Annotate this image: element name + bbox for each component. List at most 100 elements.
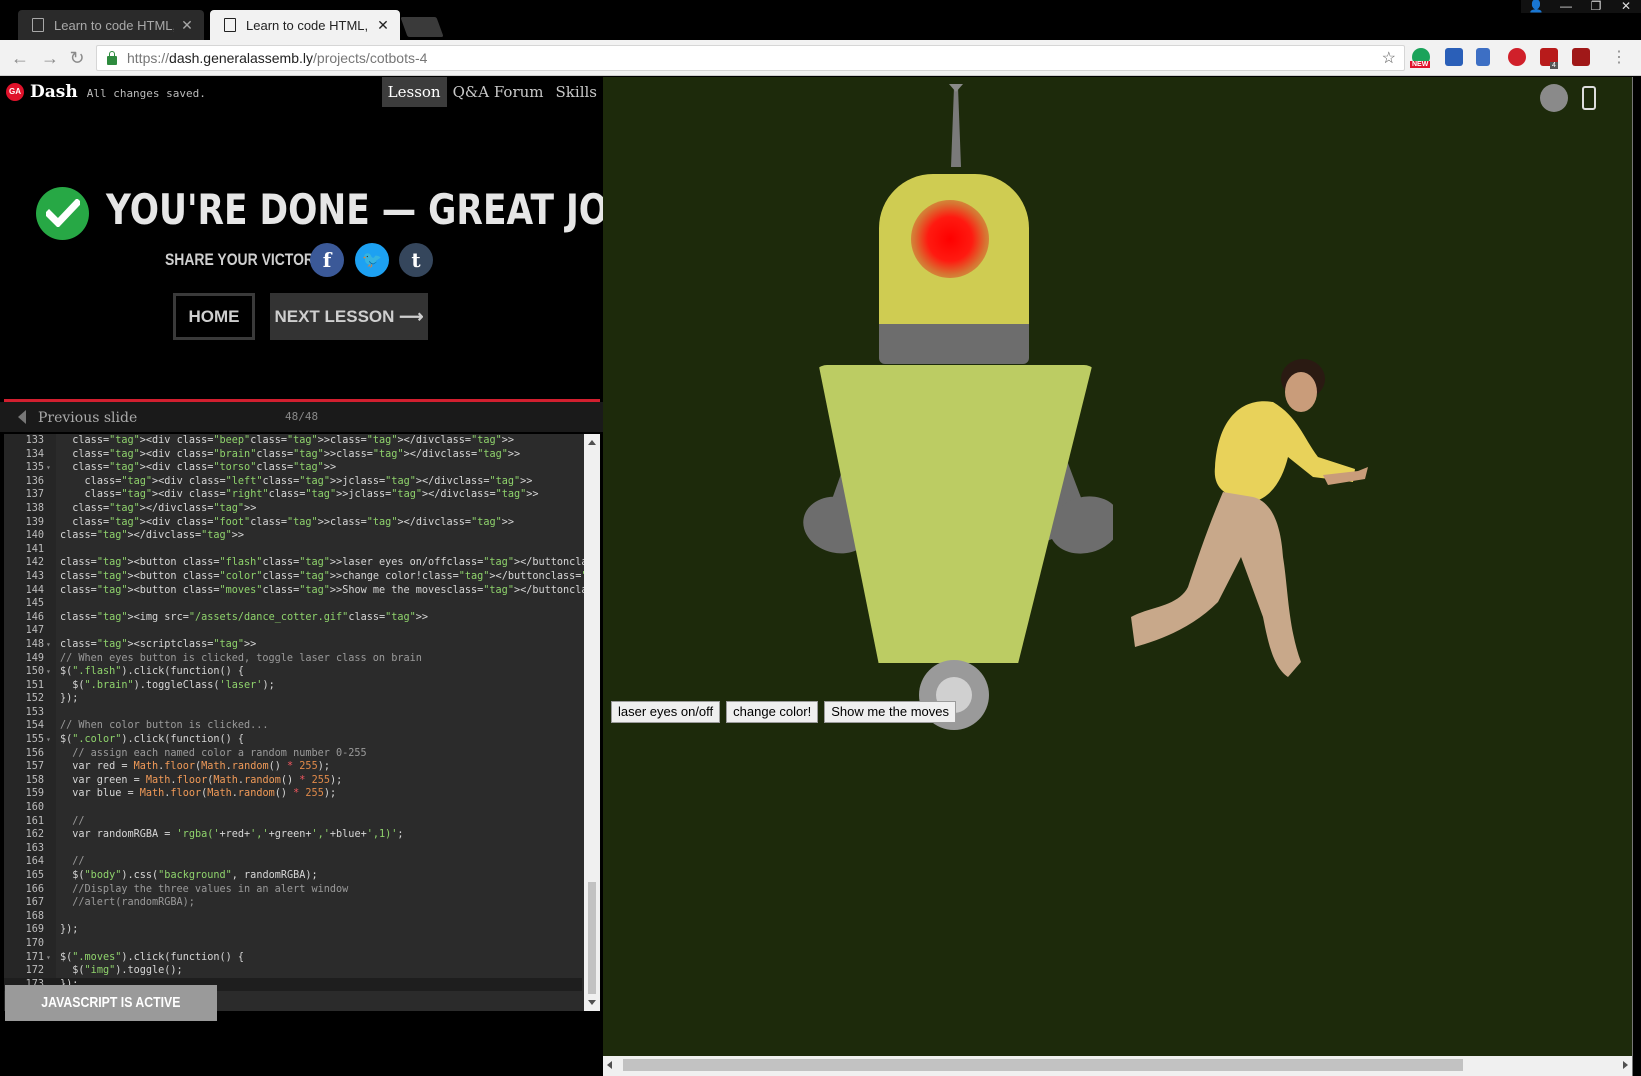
code-line[interactable]: 162 var randomRGBA = 'rgba('+red+','+gre… xyxy=(4,828,582,842)
previous-slide-link[interactable]: Previous slide xyxy=(38,410,137,426)
code-line[interactable]: 159 var blue = Math.floor(Math.random() … xyxy=(4,787,582,801)
code-line[interactable]: 152}); xyxy=(4,692,582,706)
url-text[interactable]: https://dash.generalassemb.ly/projects/c… xyxy=(127,50,427,66)
scroll-thumb[interactable] xyxy=(588,882,596,994)
code-line[interactable]: 133 class="tag"><div class="beep"class="… xyxy=(4,434,582,448)
code-line[interactable]: 158 var green = Math.floor(Math.random()… xyxy=(4,774,582,788)
mobile-view-icon[interactable] xyxy=(1582,86,1596,110)
desktop-view-icon[interactable] xyxy=(1540,84,1568,112)
code-text[interactable]: }); xyxy=(60,923,78,937)
code-text[interactable]: // xyxy=(60,855,84,869)
code-text[interactable]: // xyxy=(60,815,84,829)
code-text[interactable]: class="tag"><div class="left"class="tag"… xyxy=(60,475,533,489)
code-line[interactable]: 172 $("img").toggle(); xyxy=(4,964,582,978)
next-lesson-button[interactable]: NEXT LESSON ⟶ xyxy=(270,293,428,340)
code-line[interactable]: 155 ▾ $(".color").click(function() { xyxy=(4,733,582,747)
code-line[interactable]: 163 xyxy=(4,842,582,856)
ga-logo[interactable]: GA xyxy=(6,83,24,101)
code-text[interactable]: class="tag"><div class="beep"class="tag"… xyxy=(60,434,514,448)
fold-arrow-icon[interactable]: ▾ xyxy=(46,733,51,747)
code-text[interactable]: class="tag"><div class="brain"class="tag… xyxy=(60,448,520,462)
code-line[interactable]: 145 xyxy=(4,597,582,611)
code-text[interactable]: $("body").css("background", randomRGBA); xyxy=(60,869,317,883)
books-icon[interactable] xyxy=(1476,48,1490,66)
code-text[interactable]: class="tag"></divclass="tag">> xyxy=(60,502,256,516)
code-line[interactable]: 143 class="tag"><button class="color"clas… xyxy=(4,570,600,584)
profile-icon[interactable]: 👤 xyxy=(1521,0,1551,13)
home-button[interactable]: HOME xyxy=(173,293,255,340)
scroll-right-arrow-icon[interactable] xyxy=(1623,1061,1628,1069)
code-text[interactable]: $("img").toggle(); xyxy=(60,964,182,978)
code-text[interactable]: $(".flash").click(function() { xyxy=(60,665,244,679)
code-line[interactable]: 154 // When color button is clicked... xyxy=(4,719,582,733)
editor-scrollbar[interactable] xyxy=(584,434,600,1011)
code-line[interactable]: 149 // When eyes button is clicked, toggl… xyxy=(4,652,582,666)
code-line[interactable]: 160 xyxy=(4,801,582,815)
code-line[interactable]: 147 xyxy=(4,624,582,638)
back-icon[interactable]: ← xyxy=(9,47,31,69)
laser-eyes-button[interactable]: laser eyes on/off xyxy=(611,701,721,723)
code-text[interactable]: class="tag"><scriptclass="tag">> xyxy=(60,638,256,652)
code-line[interactable]: 151 $(".brain").toggleClass('laser'); xyxy=(4,679,582,693)
close-icon[interactable]: ✕ xyxy=(180,17,194,34)
address-bar[interactable]: https://dash.generalassemb.ly/projects/c… xyxy=(96,45,1405,71)
code-text[interactable]: }); xyxy=(60,692,78,706)
code-text[interactable]: class="tag"><button class="flash"class="… xyxy=(60,556,600,570)
restore-icon[interactable]: ❐ xyxy=(1581,0,1611,13)
code-text[interactable]: //alert(randomRGBA); xyxy=(60,896,195,910)
fold-arrow-icon[interactable]: ▾ xyxy=(46,665,51,679)
fold-arrow-icon[interactable]: ▾ xyxy=(46,638,51,652)
code-line[interactable]: 137 class="tag"><div class="right"class=… xyxy=(4,488,582,502)
scroll-left-arrow-icon[interactable] xyxy=(607,1061,612,1069)
tab-qa-forum[interactable]: Q&A Forum xyxy=(447,77,550,107)
code-line[interactable]: 166 //Display the three values in an ale… xyxy=(4,883,582,897)
code-line[interactable]: 153 xyxy=(4,706,582,720)
code-line[interactable]: 134 class="tag"><div class="brain"class=… xyxy=(4,448,582,462)
code-text[interactable]: $(".color").click(function() { xyxy=(60,733,244,747)
facebook-share-button[interactable]: f xyxy=(310,243,344,277)
close-window-icon[interactable]: ✕ xyxy=(1611,0,1641,13)
code-editor[interactable]: 133 class="tag"><div class="beep"class="… xyxy=(4,434,600,1011)
code-line[interactable]: 141 xyxy=(4,543,582,557)
code-line[interactable]: 148 ▾ class="tag"><scriptclass="tag">> xyxy=(4,638,582,652)
code-line[interactable]: 171 ▾ $(".moves").click(function() { xyxy=(4,951,582,965)
code-line[interactable]: 167 //alert(randomRGBA); xyxy=(4,896,582,910)
adblock-icon[interactable] xyxy=(1508,48,1526,66)
new-tab-button[interactable] xyxy=(400,17,444,37)
fold-arrow-icon[interactable]: ▾ xyxy=(46,461,51,475)
code-text[interactable]: class="tag"><div class="right"class="tag… xyxy=(60,488,539,502)
bookmark-icon[interactable] xyxy=(1445,48,1463,66)
scroll-down-arrow-icon[interactable] xyxy=(588,1000,596,1005)
code-line[interactable]: 164 // xyxy=(4,855,582,869)
code-text[interactable]: class="tag"><button class="color"class="… xyxy=(60,570,600,584)
brand-name[interactable]: Dash xyxy=(30,82,78,102)
fold-arrow-icon[interactable]: ▾ xyxy=(46,951,51,965)
code-line[interactable]: 142 class="tag"><button class="flash"clas… xyxy=(4,556,600,570)
tumblr-share-button[interactable]: t xyxy=(399,243,433,277)
code-line[interactable]: 157 var red = Math.floor(Math.random() *… xyxy=(4,760,582,774)
reload-icon[interactable]: ↻ xyxy=(66,47,88,69)
change-color-button[interactable]: change color! xyxy=(726,701,819,723)
code-text[interactable]: $(".moves").click(function() { xyxy=(60,951,244,965)
code-text[interactable]: class="tag"><button class="moves"class="… xyxy=(60,584,600,598)
twitter-share-button[interactable]: 🐦 xyxy=(355,243,389,277)
code-line[interactable]: 144 class="tag"><button class="moves"clas… xyxy=(4,584,600,598)
code-text[interactable]: class="tag"><div class="torso"class="tag… xyxy=(60,461,336,475)
code-line[interactable]: 168 xyxy=(4,910,582,924)
show-moves-button[interactable]: Show me the moves xyxy=(824,701,956,723)
preview-horizontal-scrollbar[interactable] xyxy=(603,1056,1632,1076)
tab-skills[interactable]: Skills xyxy=(550,77,603,107)
forward-icon[interactable]: → xyxy=(39,47,61,69)
code-text[interactable]: var red = Math.floor(Math.random() * 255… xyxy=(60,760,330,774)
code-line[interactable]: 150 ▾ $(".flash").click(function() { xyxy=(4,665,582,679)
horizontal-scroll-thumb[interactable] xyxy=(623,1059,1463,1071)
bookmark-star-icon[interactable]: ☆ xyxy=(1382,48,1396,68)
code-line[interactable]: 161 // xyxy=(4,815,582,829)
code-line[interactable]: 139 class="tag"><div class="foot"class="… xyxy=(4,516,582,530)
code-text[interactable]: // When eyes button is clicked, toggle l… xyxy=(60,652,422,666)
code-line[interactable]: 165 $("body").css("background", randomRG… xyxy=(4,869,582,883)
code-text[interactable]: class="tag"><img src="/assets/dance_cott… xyxy=(60,611,428,625)
code-text[interactable]: class="tag"></divclass="tag">> xyxy=(60,529,244,543)
code-text[interactable]: // assign each named color a random numb… xyxy=(60,747,366,761)
browser-tab-active[interactable]: Learn to code HTML, CSS ✕ xyxy=(210,10,400,40)
